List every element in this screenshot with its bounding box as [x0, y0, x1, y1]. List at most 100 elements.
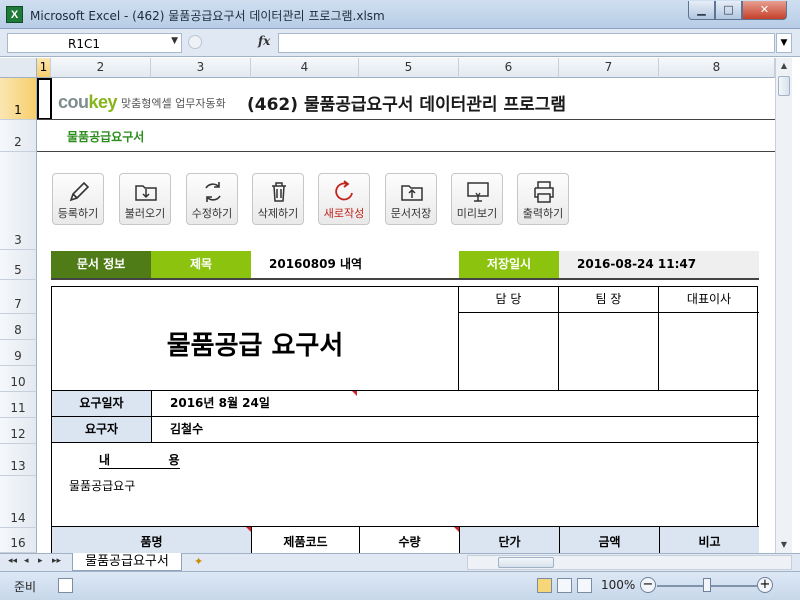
table-header-note: 비고 [660, 527, 759, 553]
title-label: 제목 [151, 251, 251, 278]
pencil-icon [69, 181, 90, 202]
refresh-icon [205, 182, 221, 202]
request-date-text: 2016년 8월 24일 [170, 396, 270, 410]
info-divider [51, 278, 759, 280]
zoom-out-icon[interactable]: − [640, 577, 656, 593]
print-button[interactable]: 출력하기 [517, 173, 569, 225]
print-button-label: 출력하기 [522, 207, 564, 220]
vertical-scrollbar[interactable]: ▲ ▼ [775, 58, 792, 553]
zoom-in-icon[interactable]: + [757, 577, 773, 593]
preview-button[interactable]: 미리보기 [451, 173, 503, 225]
row-header[interactable]: 9 [0, 340, 37, 366]
edit-button[interactable]: 수정하기 [186, 173, 238, 225]
comment-marker [454, 527, 459, 532]
scroll-down-icon[interactable]: ▼ [776, 537, 792, 553]
status-mode: 준비 [14, 580, 37, 594]
table-header-unit-price: 단가 [460, 527, 560, 553]
formula-splitter-handle[interactable] [188, 35, 202, 49]
zoom-level[interactable]: 100% [601, 578, 635, 592]
approval-stamp-box[interactable] [659, 313, 759, 391]
insert-sheet-icon[interactable]: ✦ [194, 555, 210, 569]
formula-input[interactable] [278, 33, 775, 53]
page-break-view-icon[interactable] [577, 578, 592, 593]
column-header[interactable]: 6 [459, 58, 559, 78]
scroll-up-icon[interactable]: ▲ [776, 58, 792, 74]
register-button[interactable]: 등록하기 [52, 173, 104, 225]
new-document-button[interactable]: 새로작성 [318, 173, 370, 225]
row-header[interactable]: 16 [0, 528, 37, 553]
form-heading: 물품공급 요구서 [166, 331, 344, 361]
select-all-corner[interactable] [0, 58, 37, 78]
column-header[interactable]: 5 [359, 58, 459, 78]
request-form: 물품공급 요구서 담 당 팀 장 대표이사 요구일자 2016년 8월 24일 … [51, 286, 759, 553]
saved-at-value: 2016-08-24 11:47 [559, 251, 759, 278]
row-header[interactable]: 1 [0, 78, 37, 120]
macro-record-icon[interactable] [58, 578, 73, 593]
expand-formula-bar-icon[interactable]: ▼ [776, 33, 792, 53]
table-header-amount: 금액 [560, 527, 660, 553]
maximize-button[interactable]: □ [715, 1, 742, 20]
new-document-button-label: 새로작성 [323, 207, 365, 220]
sheet-tab-bar: ◂◂ ◂ ▸ ▸▸ 물품공급요구서 ✦ [0, 553, 800, 571]
close-button[interactable]: ✕ [742, 1, 787, 20]
save-document-button[interactable]: 문서저장 [385, 173, 437, 225]
load-button[interactable]: 불러오기 [119, 173, 171, 225]
horizontal-scrollbar[interactable] [467, 555, 792, 570]
row-header[interactable]: 11 [0, 392, 37, 418]
approval-stamp-box[interactable] [559, 313, 659, 391]
saved-at-label: 저장일시 [459, 251, 559, 278]
column-header[interactable]: 8 [659, 58, 775, 78]
title-divider [37, 119, 775, 120]
sheet-grid[interactable]: coukey 맞춤형엑셀 업무자동화 (462) 물품공급요구서 데이터관리 프… [37, 78, 775, 553]
approval-header: 대표이사 [659, 287, 759, 313]
minimize-button[interactable]: ▁ [688, 1, 715, 20]
row-header[interactable]: 2 [0, 120, 37, 152]
page-layout-view-icon[interactable] [557, 578, 572, 593]
name-box[interactable]: R1C1 ▼ [7, 33, 182, 53]
column-header[interactable]: 1 [37, 58, 51, 78]
approval-header: 담 당 [459, 287, 559, 313]
approval-stamp-box[interactable] [459, 313, 559, 391]
row-header[interactable]: 12 [0, 418, 37, 444]
row-header[interactable]: 14 [0, 476, 37, 528]
insert-function-icon[interactable]: fx [258, 34, 270, 48]
formula-bar: R1C1 ▼ fx ▼ [0, 29, 800, 57]
content-cell[interactable]: 내 용 물품공급요구 [52, 443, 759, 527]
column-header[interactable]: 3 [151, 58, 251, 78]
monitor-icon [467, 182, 489, 202]
name-box-value: R1C1 [68, 37, 100, 51]
form-heading-cell: 물품공급 요구서 [52, 287, 459, 391]
last-sheet-icon[interactable]: ▸▸ [52, 556, 61, 566]
prev-sheet-icon[interactable]: ◂ [24, 556, 29, 566]
table-header-item-name: 품명 [52, 527, 252, 553]
folder-download-icon [135, 185, 157, 201]
row-header[interactable]: 10 [0, 366, 37, 392]
row-header[interactable]: 13 [0, 444, 37, 476]
vertical-scroll-thumb[interactable] [778, 76, 790, 96]
first-sheet-icon[interactable]: ◂◂ [8, 556, 17, 566]
row-header[interactable]: 7 [0, 280, 37, 314]
preview-button-label: 미리보기 [456, 207, 498, 220]
row-header[interactable]: 3 [0, 152, 37, 250]
column-header[interactable]: 4 [251, 58, 359, 78]
sheet-tab[interactable]: 물품공급요구서 [72, 553, 182, 571]
chevron-down-icon[interactable]: ▼ [171, 36, 178, 46]
request-date-value[interactable]: 2016년 8월 24일 [152, 391, 759, 417]
active-cell[interactable] [37, 78, 52, 120]
horizontal-scroll-thumb[interactable] [498, 557, 554, 568]
column-header[interactable]: 2 [51, 58, 151, 78]
zoom-slider-thumb[interactable] [703, 578, 711, 592]
row-header[interactable]: 8 [0, 314, 37, 340]
title-value[interactable]: 20160809 내역 [251, 251, 459, 278]
delete-button[interactable]: 삭제하기 [252, 173, 304, 225]
approval-header: 팀 장 [559, 287, 659, 313]
subtitle-divider [37, 151, 775, 152]
column-header[interactable]: 7 [559, 58, 659, 78]
normal-view-icon[interactable] [537, 578, 552, 593]
requester-value[interactable]: 김철수 [152, 417, 759, 443]
next-sheet-icon[interactable]: ▸ [38, 556, 43, 566]
delete-button-label: 삭제하기 [257, 207, 299, 220]
request-date-label: 요구일자 [52, 391, 152, 417]
row-header[interactable]: 5 [0, 250, 37, 280]
page-title: (462) 물품공급요구서 데이터관리 프로그램 [247, 95, 567, 115]
